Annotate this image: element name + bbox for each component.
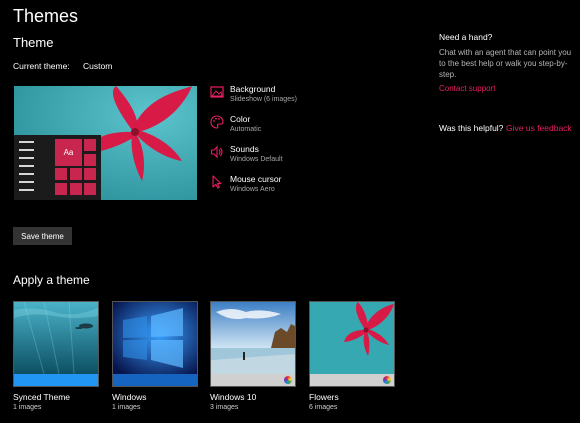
picture-icon [210,85,226,101]
cursor-icon [210,175,226,191]
beach-image [211,302,295,374]
windows-logo-image [113,302,197,374]
theme-card-flowers[interactable]: Flowers 6 images [309,301,395,413]
setting-name: Mouse cursor [230,174,282,184]
theme-name: Windows 10 [210,392,257,402]
theme-color-bar [211,374,295,386]
color-wheel-icon [383,376,391,384]
theme-name: Windows [112,392,147,402]
page-title: Themes [13,6,79,26]
help-text: Chat with an agent that can point you to… [439,48,572,79]
theme-image-count: 3 images [210,404,239,411]
theme-name: Synced Theme [13,392,71,402]
setting-value: Automatic [230,126,262,133]
setting-name: Color [230,114,251,124]
theme-image-count: 1 images [112,404,141,411]
flower-image [310,302,394,374]
setting-mouse-cursor[interactable]: Mouse cursor Windows Aero [210,174,330,200]
setting-value: Windows Default [230,156,283,163]
setting-color[interactable]: Color Automatic [210,114,330,140]
current-theme-value: Custom [83,61,113,71]
preview-tile [70,183,82,195]
theme-card-windows[interactable]: Windows 1 images [112,301,198,413]
preview-window: Aa [14,135,101,200]
theme-thumbnail [112,301,198,387]
setting-value: Slideshow (6 images) [230,96,297,103]
theme-image-count: 6 images [309,404,338,411]
give-feedback-link[interactable]: Give us feedback [506,123,572,133]
save-theme-button[interactable]: Save theme [13,227,72,245]
preview-tile [55,168,67,180]
setting-background[interactable]: Background Slideshow (6 images) [210,84,330,110]
theme-name: Flowers [309,392,339,402]
preview-tile [55,183,67,195]
setting-name: Background [230,84,276,94]
theme-thumbnail [13,301,99,387]
theme-color-bar [14,374,98,386]
help-title: Need a hand? [439,32,493,42]
preview-tile [84,168,96,180]
theme-thumbnail [210,301,296,387]
helpful-question: Was this helpful? [439,123,504,133]
section-title-theme: Theme [13,35,54,50]
preview-tile [84,139,96,151]
theme-color-bar [310,374,394,386]
theme-card-windows-10[interactable]: Windows 10 3 images [210,301,296,413]
theme-card-synced[interactable]: Synced Theme 1 images [13,301,99,413]
underwater-image [14,302,98,374]
preview-tile-main: Aa [55,139,82,166]
setting-sounds[interactable]: Sounds Windows Default [210,144,330,170]
preview-tile [84,183,96,195]
preview-tile [84,154,96,166]
setting-value: Windows Aero [230,186,275,193]
palette-icon [210,115,226,131]
contact-support-link[interactable]: Contact support [439,84,495,93]
speaker-icon [210,145,226,161]
current-theme-label: Current theme: [13,61,70,71]
section-title-apply: Apply a theme [13,273,90,287]
theme-image-count: 1 images [13,404,42,411]
preview-menu-lines [19,141,34,197]
preview-tile [70,168,82,180]
color-wheel-icon [284,376,292,384]
setting-name: Sounds [230,144,259,154]
theme-preview: Aa [14,86,197,200]
theme-thumbnail [309,301,395,387]
theme-color-bar [113,374,197,386]
